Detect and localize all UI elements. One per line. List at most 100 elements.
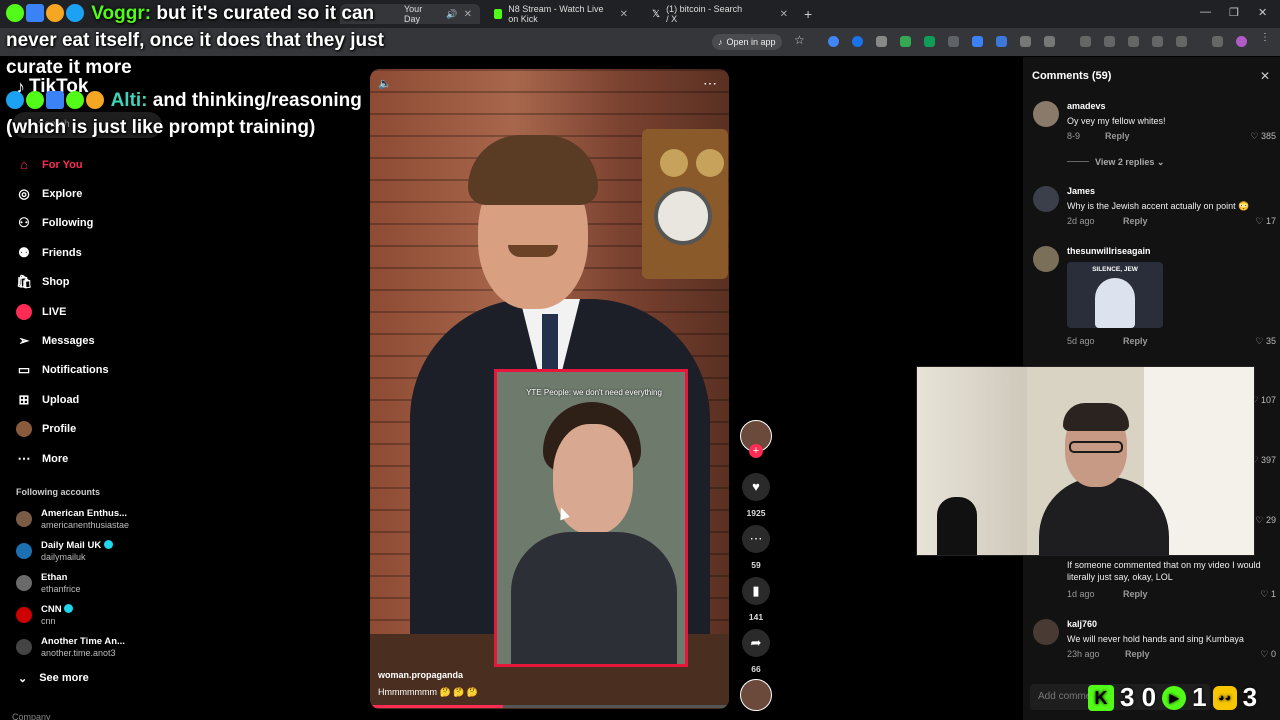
follow-plus-icon[interactable]: + bbox=[749, 444, 763, 458]
sidebar-icon[interactable] bbox=[1152, 36, 1163, 47]
share-button[interactable]: ➦ bbox=[742, 629, 770, 657]
chat-username: Voggr: bbox=[91, 3, 152, 24]
video-player[interactable]: 🔈 ⋯ YTE People: we don't need everything… bbox=[370, 69, 729, 709]
comment-button[interactable]: ⋯ bbox=[742, 525, 770, 553]
like-count: 17 bbox=[1265, 216, 1276, 226]
sidebar-item-upload[interactable]: ⊞ Upload bbox=[16, 385, 176, 414]
sidebar-item-shop[interactable]: 🛍 Shop bbox=[16, 268, 176, 297]
split-view-icon[interactable] bbox=[1176, 36, 1187, 47]
tab-x-search[interactable]: 𝕏 (1) bitcoin - Search / X ✕ bbox=[644, 4, 796, 24]
account-name: Ethan bbox=[41, 572, 68, 583]
video-author[interactable]: woman.propaganda bbox=[378, 670, 463, 680]
bookmark-button[interactable]: ▮ bbox=[742, 577, 770, 605]
sidebar-item-friends[interactable]: ⚉ Friends bbox=[16, 238, 176, 267]
sidebar-item-profile[interactable]: Profile bbox=[16, 415, 176, 444]
comment-username[interactable]: amadevs bbox=[1067, 101, 1106, 111]
inset-caption: YTE People: we don't need everything bbox=[526, 388, 662, 397]
comment-like-button[interactable]: ♡ 17 bbox=[1255, 216, 1276, 227]
avatar[interactable] bbox=[1033, 246, 1059, 272]
more-options-icon[interactable]: ⋯ bbox=[703, 75, 717, 92]
sound-avatar[interactable] bbox=[740, 679, 772, 711]
menu-list-icon[interactable] bbox=[1212, 36, 1223, 47]
extension-icon[interactable] bbox=[876, 36, 887, 47]
sidebar-item-messages[interactable]: ➢ Messages bbox=[16, 326, 176, 355]
bookmark-star-icon[interactable]: ☆ bbox=[794, 33, 805, 47]
like-button[interactable]: ♥ bbox=[742, 473, 770, 501]
extension-icon[interactable] bbox=[1104, 36, 1115, 47]
speaker-icon[interactable]: 🔊 bbox=[446, 9, 457, 20]
comment-username[interactable]: thesunwillriseagain bbox=[1067, 246, 1151, 256]
new-tab-button[interactable]: + bbox=[804, 6, 812, 22]
view-replies-button[interactable]: View 2 replies ⌄ bbox=[1067, 157, 1164, 168]
close-icon[interactable]: ✕ bbox=[620, 9, 628, 20]
kick-badge-icon bbox=[6, 4, 24, 22]
avatar[interactable] bbox=[1033, 186, 1059, 212]
profile-avatar-icon[interactable] bbox=[1236, 36, 1247, 47]
like-count: 397 bbox=[1260, 455, 1276, 465]
comment-image[interactable]: SILENCE, JEW bbox=[1067, 262, 1163, 328]
comment-username[interactable]: James bbox=[1067, 186, 1095, 196]
sidebar-item-notifications[interactable]: ▭ Notifications bbox=[16, 356, 176, 385]
close-icon[interactable]: ✕ bbox=[464, 9, 472, 20]
following-account[interactable]: CNN cnn bbox=[16, 604, 166, 630]
comment-text: Oy vey my fellow whites! bbox=[1067, 116, 1166, 126]
reply-button[interactable]: Reply bbox=[1125, 649, 1150, 659]
following-account[interactable]: Daily Mail UK dailymailuk bbox=[16, 540, 166, 566]
puzzle-icon[interactable] bbox=[1044, 36, 1055, 47]
kebab-menu-icon[interactable]: ⋮ bbox=[1260, 32, 1271, 43]
extension-icon[interactable] bbox=[972, 36, 983, 47]
sidebar-item-live[interactable]: LIVE bbox=[16, 297, 176, 326]
following-account[interactable]: American Enthus... americanenthusiastae bbox=[16, 508, 166, 534]
reply-button[interactable]: Reply bbox=[1123, 336, 1148, 346]
upload-icon: ⊞ bbox=[18, 391, 30, 407]
avatar[interactable] bbox=[1033, 619, 1059, 645]
video-progress-bar[interactable] bbox=[370, 705, 729, 708]
see-more-button[interactable]: ⌄ See more bbox=[18, 672, 89, 685]
account-handle: dailymailuk bbox=[41, 552, 86, 562]
extension-icon[interactable] bbox=[996, 36, 1007, 47]
maximize-button[interactable]: ❐ bbox=[1229, 6, 1239, 19]
extension-icon[interactable] bbox=[900, 36, 911, 47]
reply-button[interactable]: Reply bbox=[1123, 216, 1148, 226]
close-icon[interactable]: ✕ bbox=[1260, 69, 1270, 83]
avatar[interactable] bbox=[1033, 101, 1059, 127]
extension-icon[interactable] bbox=[948, 36, 959, 47]
account-name: CNN bbox=[41, 604, 62, 615]
verified-icon bbox=[64, 604, 74, 613]
extension-icon[interactable] bbox=[924, 36, 935, 47]
sidebar-item-explore[interactable]: ◎ Explore bbox=[16, 179, 176, 208]
sidebar-item-following[interactable]: ⚇ Following bbox=[16, 209, 176, 238]
save-count: 141 bbox=[748, 612, 764, 622]
phone-bell bbox=[696, 149, 724, 177]
code-icon[interactable] bbox=[1128, 36, 1139, 47]
minimize-button[interactable]: — bbox=[1200, 6, 1211, 18]
sidebar-item-more[interactable]: ⋯ More bbox=[16, 444, 176, 473]
extension-icon[interactable] bbox=[828, 36, 839, 47]
comment-username[interactable]: kalj760 bbox=[1067, 619, 1097, 629]
following-account[interactable]: Ethan ethanfrice bbox=[16, 572, 166, 598]
extension-icon[interactable] bbox=[852, 36, 863, 47]
extension-icon[interactable] bbox=[1020, 36, 1031, 47]
close-icon[interactable]: ✕ bbox=[780, 9, 788, 20]
tab-kick[interactable]: N8 Stream - Watch Live on Kick ✕ bbox=[486, 4, 636, 24]
comment-like-button[interactable]: ♡ 0 bbox=[1260, 649, 1276, 660]
comment-like-button[interactable]: ♡ 1 bbox=[1260, 589, 1276, 600]
sidebar-item-for-you[interactable]: ⌂ For You bbox=[16, 150, 176, 179]
company-link[interactable]: Company bbox=[12, 712, 51, 720]
comment-like-button[interactable]: ♡ 385 bbox=[1250, 131, 1276, 142]
reply-button[interactable]: Reply bbox=[1123, 589, 1148, 599]
close-window-button[interactable]: ✕ bbox=[1258, 6, 1267, 19]
comment-like-button[interactable]: ♡ 29 bbox=[1255, 515, 1276, 526]
share-count: 66 bbox=[751, 664, 761, 674]
history-icon[interactable] bbox=[1080, 36, 1091, 47]
reply-button[interactable]: Reply bbox=[1105, 131, 1130, 141]
following-account[interactable]: Another Time An... another.time.anot3 bbox=[16, 636, 166, 662]
shop-icon: 🛍 bbox=[16, 274, 33, 290]
open-in-app-button[interactable]: ♪ Open in app bbox=[712, 34, 782, 50]
comments-title: Comments (59) bbox=[1032, 70, 1112, 82]
account-name-wrap: Daily Mail UK bbox=[41, 540, 113, 551]
account-handle: ethanfrice bbox=[41, 584, 81, 594]
comment-like-button[interactable]: ♡ 35 bbox=[1255, 336, 1276, 347]
account-name-wrap: CNN bbox=[41, 604, 74, 615]
friends-icon: ⚉ bbox=[18, 244, 30, 260]
